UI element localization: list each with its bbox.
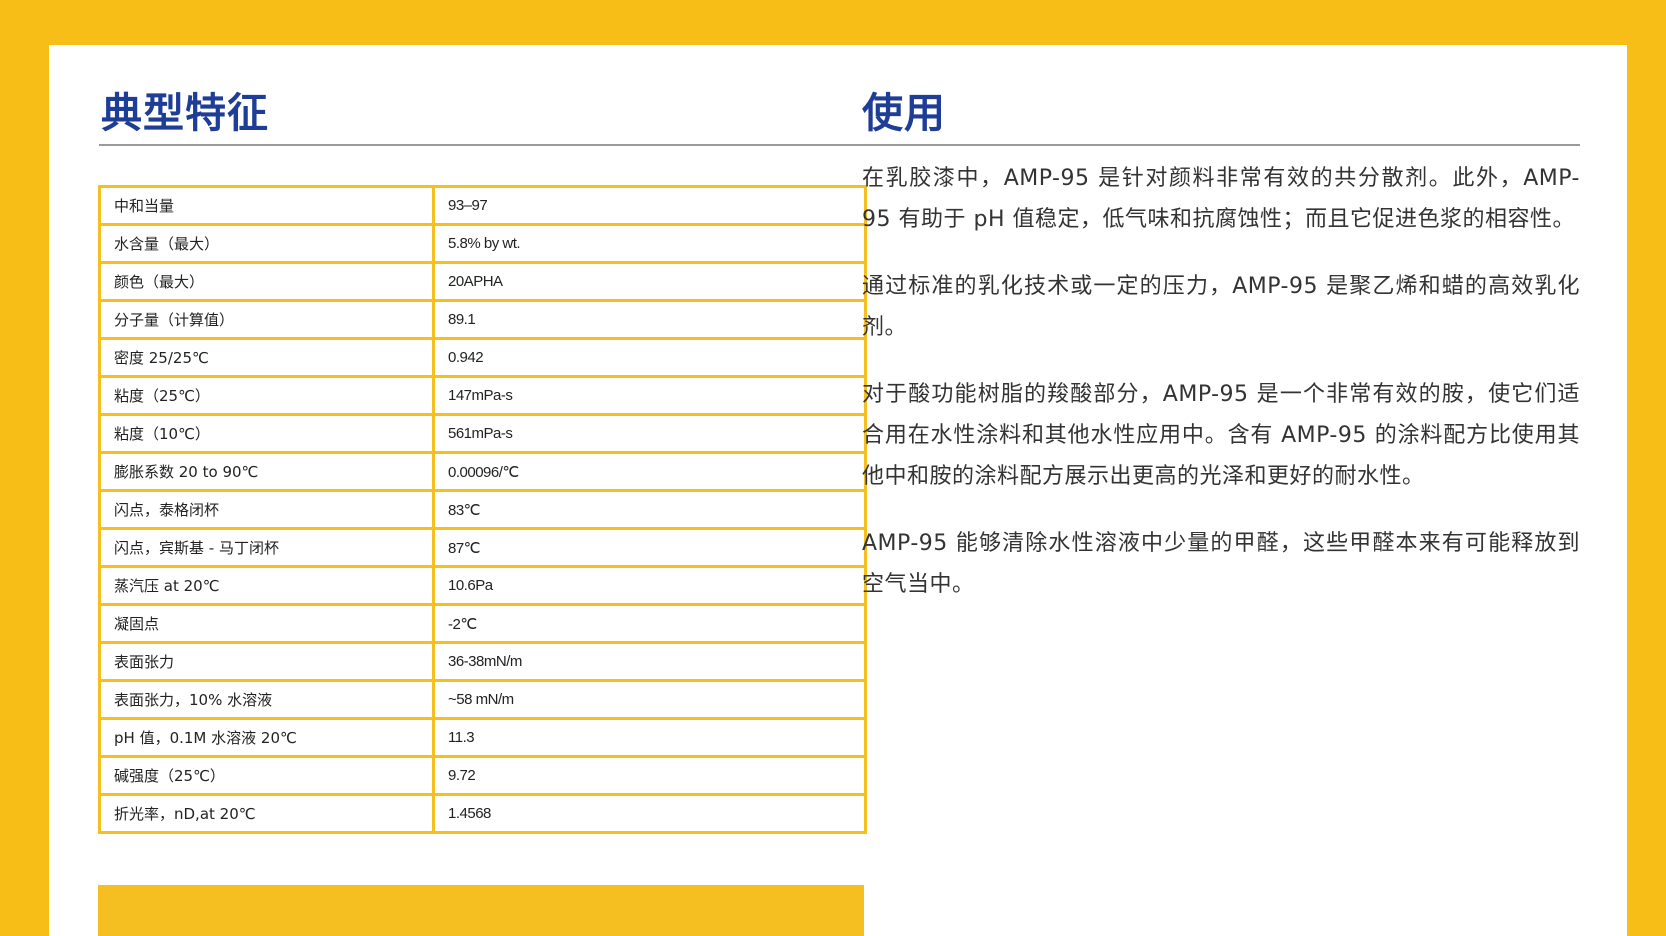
property-label: 闪点，泰格闭杯 (98, 489, 435, 530)
property-value: 11.3 (432, 717, 867, 758)
property-value: 5.8% by wt. (432, 223, 867, 264)
property-value: 83℃ (432, 489, 867, 530)
property-label: 中和当量 (98, 185, 435, 226)
property-label: 粘度（25℃） (98, 375, 435, 416)
property-label: 粘度（10℃） (98, 413, 435, 454)
table-row: 闪点，泰格闭杯 83℃ (98, 489, 867, 530)
table-row: 折光率，nD,at 20℃ 1.4568 (98, 793, 867, 834)
property-value: 561mPa-s (432, 413, 867, 454)
property-value: ~58 mN/m (432, 679, 867, 720)
property-value: 0.942 (432, 337, 867, 378)
table-row: 中和当量 93–97 (98, 185, 867, 226)
property-value: 1.4568 (432, 793, 867, 834)
usage-paragraph: 在乳胶漆中，AMP-95 是针对颜料非常有效的共分散剂。此外，AMP-95 有助… (862, 166, 1580, 232)
content-panel: 典型特征 使用 中和当量 93–97 水含量（最大） 5.8% by wt. 颜色（最大… (49, 45, 1627, 936)
property-label: 折光率，nD,at 20℃ (98, 793, 435, 834)
table-row: 闪点，宾斯基 - 马丁闭杯 87℃ (98, 527, 867, 568)
table-row: 凝固点 -2℃ (98, 603, 867, 644)
typical-properties-title: 典型特征 (101, 89, 269, 137)
property-label: pH 值，0.1M 水溶液 20℃ (98, 717, 435, 758)
usage-paragraph: AMP-95 能够清除水性溶液中少量的甲醛，这些甲醛本来有可能释放到空气当中。 (862, 531, 1580, 597)
table-row: pH 值，0.1M 水溶液 20℃ 11.3 (98, 717, 867, 758)
property-value: 0.00096/℃ (432, 451, 867, 492)
table-row: 颜色（最大） 20APHA (98, 261, 867, 302)
title-underline-left (99, 144, 862, 146)
property-label: 表面张力，10% 水溶液 (98, 679, 435, 720)
table-row: 蒸汽压 at 20℃ 10.6Pa (98, 565, 867, 606)
table-row: 分子量（计算值） 89.1 (98, 299, 867, 340)
property-value: 147mPa-s (432, 375, 867, 416)
property-value: 89.1 (432, 299, 867, 340)
property-label: 密度 25/25℃ (98, 337, 435, 378)
property-value: 20APHA (432, 261, 867, 302)
table-row: 碱强度（25℃） 9.72 (98, 755, 867, 796)
table-row: 水含量（最大） 5.8% by wt. (98, 223, 867, 264)
table-row: 表面张力 36-38mN/m (98, 641, 867, 682)
property-value: 10.6Pa (432, 565, 867, 606)
usage-paragraph: 对于酸功能树脂的羧酸部分，AMP-95 是一个非常有效的胺，使它们适合用在水性涂… (862, 382, 1580, 489)
usage-paragraph: 通过标准的乳化技术或一定的压力，AMP-95 是聚乙烯和蜡的高效乳化剂。 (862, 274, 1580, 340)
table-row: 粘度（25℃） 147mPa-s (98, 375, 867, 416)
property-label: 水含量（最大） (98, 223, 435, 264)
property-label: 表面张力 (98, 641, 435, 682)
table-row: 表面张力，10% 水溶液 ~58 mN/m (98, 679, 867, 720)
usage-text: 在乳胶漆中，AMP-95 是针对颜料非常有效的共分散剂。此外，AMP-95 有助… (862, 158, 1580, 631)
property-label: 碱强度（25℃） (98, 755, 435, 796)
property-value: -2℃ (432, 603, 867, 644)
property-label: 闪点，宾斯基 - 马丁闭杯 (98, 527, 435, 568)
property-value: 93–97 (432, 185, 867, 226)
table-row: 粘度（10℃） 561mPa-s (98, 413, 867, 454)
property-label: 分子量（计算值） (98, 299, 435, 340)
property-label: 凝固点 (98, 603, 435, 644)
property-label: 蒸汽压 at 20℃ (98, 565, 435, 606)
property-label: 膨胀系数 20 to 90℃ (98, 451, 435, 492)
table-row: 膨胀系数 20 to 90℃ 0.00096/℃ (98, 451, 867, 492)
property-value: 36-38mN/m (432, 641, 867, 682)
usage-title: 使用 (862, 89, 946, 137)
table-row: 密度 25/25℃ 0.942 (98, 337, 867, 378)
property-value: 87℃ (432, 527, 867, 568)
properties-table: 中和当量 93–97 水含量（最大） 5.8% by wt. 颜色（最大） 20APHA 分… (98, 185, 867, 834)
table-footer-bar (98, 885, 864, 936)
property-label: 颜色（最大） (98, 261, 435, 302)
title-underline-right (862, 144, 1580, 146)
properties-table-body: 中和当量 93–97 水含量（最大） 5.8% by wt. 颜色（最大） 20APHA 分… (98, 185, 867, 834)
property-value: 9.72 (432, 755, 867, 796)
